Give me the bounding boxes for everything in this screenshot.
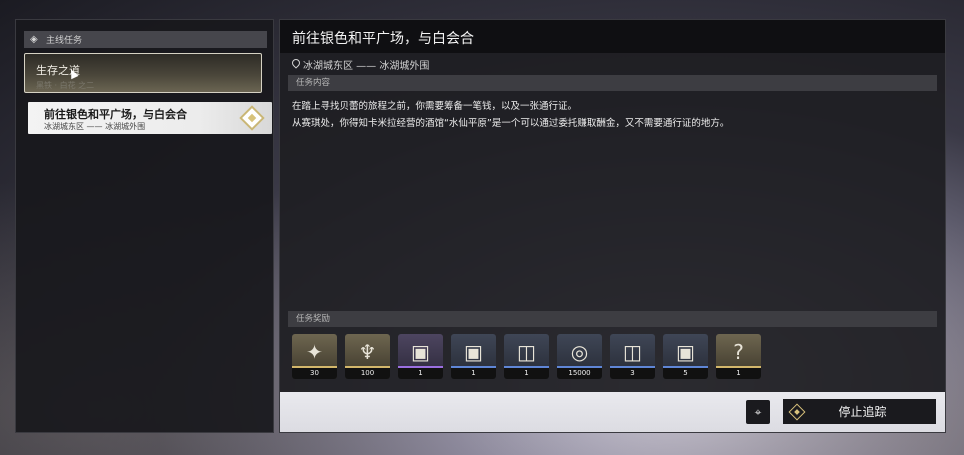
quest-step-location: 冰湖城东区 —— 冰湖城外围 [44,122,146,131]
mystery-item-icon: ? [733,340,744,364]
reward-count: 1 [504,368,549,379]
quest-category-header: ◈ 主线任务 [24,31,267,48]
reward-count: 1 [716,368,761,379]
quest-category-label: 主线任务 [46,36,83,46]
quest-description: 在踏上寻找贝蕾的旅程之前，你需要筹备一笔钱，以及一张通行证。 从赛琪处，你得知卡… [292,98,932,132]
antler-emblem-icon: ♆ [358,340,377,364]
reward-item[interactable]: ◎ 15000 [557,334,602,379]
stop-tracking-label: 停止追踪 [838,405,887,419]
reward-count: 100 [345,368,390,379]
coin-icon: ◎ [570,340,589,364]
description-line: 从赛琪处，你得知卡米拉经营的酒馆“水仙平原”是一个可以通过委托赚取酬金，又不需要… [292,118,730,129]
detail-location: 冰湖城东区 —— 冰湖城外围 [292,57,429,72]
cat-tome-purple-icon: ▣ [411,340,430,364]
rune-box-icon: ◫ [623,340,642,364]
rewards-section-header: 任务奖励 [288,311,937,327]
main-quest-icon: ◈ [30,34,38,45]
reward-item[interactable]: ✦ 30 [292,334,337,379]
detail-location-text: 冰湖城东区 —— 冰湖城外围 [303,61,430,72]
reward-item[interactable]: ? 1 [716,334,761,379]
rewards-list: ✦ 30 ♆ 100 ▣ 1 ▣ 1 ◫ 1 ◎ 15000 ◫ 3 ▣ 5 ?… [292,334,761,379]
reward-count: 15000 [557,368,602,379]
content-section-header: 任务内容 [288,75,937,91]
tracking-diamond-icon [239,105,265,131]
quest-step-title: 前往银色和平广场，与白会合 [44,108,187,121]
reward-item[interactable]: ▣ 5 [663,334,708,379]
location-pin-icon [292,59,300,70]
rune-box-icon: ◫ [517,340,536,364]
reward-count: 5 [663,368,708,379]
cat-tome-blue-icon: ▣ [676,340,695,364]
reward-count: 30 [292,368,337,379]
crystal-icon: ✦ [306,340,323,364]
quest-subtitle: 黑铁 · 白花 之二 [36,81,95,90]
reward-item[interactable]: ▣ 1 [451,334,496,379]
map-pin-icon: ⌖ [754,404,762,419]
quest-card-survival[interactable]: 生存之道 黑铁 · 白花 之二 [24,53,262,93]
reward-item[interactable]: ◫ 3 [610,334,655,379]
detail-title-bar: 前往银色和平广场，与白会合 [280,20,945,53]
action-bar: ⌖ 停止追踪 [280,392,945,432]
reward-item[interactable]: ♆ 100 [345,334,390,379]
cat-tome-blue-icon: ▣ [464,340,483,364]
reward-item[interactable]: ▣ 1 [398,334,443,379]
stop-tracking-button[interactable]: 停止追踪 [783,399,936,424]
detail-title: 前往银色和平广场，与白会合 [292,31,474,47]
quest-step-active[interactable]: 前往银色和平广场，与白会合 冰湖城东区 —— 冰湖城外围 [28,102,272,134]
reward-count: 3 [610,368,655,379]
description-line: 在踏上寻找贝蕾的旅程之前，你需要筹备一笔钱，以及一张通行证。 [292,101,578,112]
quest-detail-panel: 前往银色和平广场，与白会合 冰湖城东区 —— 冰湖城外围 任务内容 在踏上寻找贝… [279,19,946,433]
reward-count: 1 [451,368,496,379]
quest-list-panel: ◈ 主线任务 生存之道 黑铁 · 白花 之二 前往银色和平广场，与白会合 冰湖城… [15,19,274,433]
reward-count: 1 [398,368,443,379]
map-locate-button[interactable]: ⌖ [746,400,770,424]
reward-item[interactable]: ◫ 1 [504,334,549,379]
